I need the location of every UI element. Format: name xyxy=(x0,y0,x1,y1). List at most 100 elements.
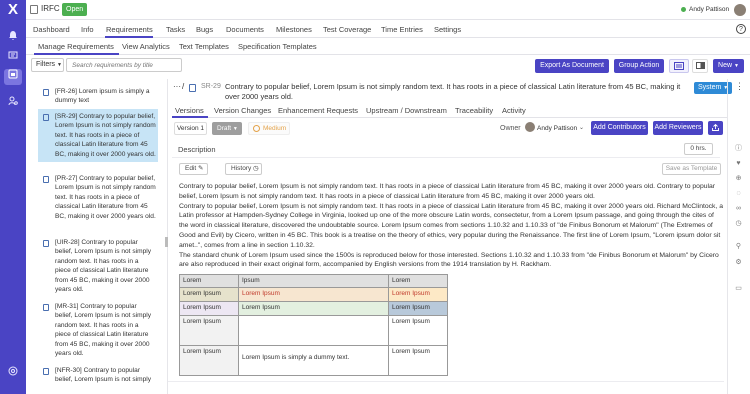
owner-select[interactable]: Andy Pattison xyxy=(537,125,577,132)
list-item[interactable]: [SR-29] Contrary to popular belief, Lore… xyxy=(38,109,158,163)
tab-version-changes[interactable]: Version Changes xyxy=(214,106,271,115)
table-cell: Lorem Ipsum xyxy=(388,301,448,316)
chevron-down-icon[interactable]: ⌄ xyxy=(579,124,584,131)
user-name[interactable]: Andy Pattison xyxy=(689,6,729,13)
table-cell: Lorem Ipsum xyxy=(179,315,239,346)
table-cell: Lorem Ipsum xyxy=(179,345,239,376)
app-logo[interactable]: X xyxy=(5,2,21,18)
list-item[interactable]: [PR-27] Contrary to popular belief, Lore… xyxy=(38,171,158,224)
document-icon xyxy=(43,240,49,247)
nav-settings[interactable]: Settings xyxy=(434,25,461,34)
version-select[interactable]: Version 1 xyxy=(174,122,207,135)
active-subtab-indicator xyxy=(34,53,119,55)
table-header-row: Lorem Ipsum Lorem xyxy=(179,274,448,288)
subnav-text-templates[interactable]: Text Templates xyxy=(179,42,229,51)
nav-dashboard[interactable]: Dashboard xyxy=(33,25,70,34)
status-dropdown[interactable]: Draft ▼ xyxy=(212,122,242,135)
list-item-text: [MR-31] Contrary to popular belief, Lore… xyxy=(55,303,152,358)
breadcrumb-separator: / xyxy=(182,82,185,91)
priority-select[interactable]: Medium xyxy=(248,122,290,135)
nav-documents[interactable]: Documents xyxy=(226,25,264,34)
edit-button[interactable]: Edit ✎ xyxy=(179,163,208,175)
list-item-text: [SR-29] Contrary to popular belief, Lore… xyxy=(55,113,156,158)
list-item-text: [FR-26] Lorem ipsum is simply a dummy te… xyxy=(55,88,150,105)
help-icon[interactable] xyxy=(4,366,22,382)
split-view-icon[interactable] xyxy=(692,59,708,73)
tab-enhancement-requests[interactable]: Enhancement Requests xyxy=(278,106,358,115)
project-name[interactable]: IRFC xyxy=(41,4,60,13)
notification-icon[interactable] xyxy=(4,30,22,46)
heart-icon[interactable]: ♥ xyxy=(734,159,743,168)
zoom-icon[interactable]: ⊕ xyxy=(734,174,743,183)
subnav-specification-templates[interactable]: Specification Templates xyxy=(238,42,317,51)
search-input[interactable] xyxy=(66,58,182,72)
add-reviewers-button[interactable]: Add Reviewers xyxy=(653,121,703,135)
table-cell: Lorem Ipsum xyxy=(237,301,390,316)
tab-upstream-downstream[interactable]: Upstream / Downstream xyxy=(366,106,447,115)
requirement-title: Contrary to popular belief, Lorem Ipsum … xyxy=(225,82,681,101)
description-table: Lorem Ipsum Lorem Lorem Ipsum Lorem Ipsu… xyxy=(179,274,448,376)
table-cell: Lorem Ipsum xyxy=(388,345,448,376)
comment-icon[interactable]: ◌ xyxy=(734,189,743,198)
filter-bar: Filters ▼ xyxy=(31,58,182,72)
timer-icon[interactable]: ◷ xyxy=(734,219,743,228)
table-row: Lorem Ipsum Lorem Ipsum Lorem Ipsum xyxy=(179,301,448,316)
more-icon[interactable]: ··· xyxy=(173,82,181,91)
list-view-icon[interactable] xyxy=(669,59,689,73)
kebab-menu-icon[interactable]: ⋮ xyxy=(735,81,744,92)
gear-icon[interactable]: ⚙ xyxy=(734,258,743,267)
priority-label: Medium xyxy=(263,125,287,132)
table-cell: Lorem Ipsum xyxy=(179,301,239,316)
list-item[interactable]: [FR-26] Lorem ipsum is simply a dummy te… xyxy=(38,84,158,109)
file-icon[interactable]: ▭ xyxy=(734,284,743,293)
project-icon xyxy=(30,5,38,14)
pencil-icon: ✎ xyxy=(198,165,204,172)
filters-dropdown[interactable]: Filters ▼ xyxy=(31,58,64,72)
description-label: Description xyxy=(178,145,216,154)
list-item[interactable]: [MR-31] Contrary to popular belief, Lore… xyxy=(38,299,158,361)
requirement-id: SR-29 xyxy=(201,83,221,90)
tab-versions[interactable]: Versions xyxy=(175,106,204,115)
document-icon xyxy=(43,114,49,121)
table-cell xyxy=(237,315,390,346)
hours-field[interactable]: 0 hrs. xyxy=(684,143,713,155)
nav-bugs[interactable]: Bugs xyxy=(196,25,213,34)
avatar[interactable] xyxy=(734,4,746,16)
save-as-template-button[interactable]: Save as Template xyxy=(662,163,721,175)
table-cell: Lorem Ipsum xyxy=(388,315,448,346)
nav-tasks[interactable]: Tasks xyxy=(166,25,185,34)
users-icon[interactable] xyxy=(4,96,22,112)
new-button[interactable]: New ▼ xyxy=(713,59,744,73)
share-icon[interactable] xyxy=(708,121,723,135)
help-circle-icon[interactable]: ? xyxy=(736,24,746,34)
chevron-down-icon: ▼ xyxy=(232,126,238,132)
group-action-button[interactable]: Group Action xyxy=(614,59,664,73)
document-icon xyxy=(43,304,49,311)
nav-milestones[interactable]: Milestones xyxy=(276,25,312,34)
link-icon[interactable]: ∞ xyxy=(734,204,743,213)
add-contributors-button[interactable]: Add Contributors xyxy=(591,121,648,135)
export-document-button[interactable]: Export As Document xyxy=(535,59,609,73)
list-item[interactable]: [UIR-28] Contrary to popular belief, Lor… xyxy=(38,235,158,297)
document-icon xyxy=(43,176,49,183)
table-cell: Lorem Ipsum xyxy=(388,287,448,302)
list-item[interactable]: [NFR-30] Contrary to popular belief, Lor… xyxy=(38,363,158,384)
status-badge: Open xyxy=(62,3,88,16)
nav-test-coverage[interactable]: Test Coverage xyxy=(323,25,371,34)
history-button[interactable]: History ◷ xyxy=(225,163,262,175)
resize-handle[interactable] xyxy=(165,237,168,247)
nav-time-entries[interactable]: Time Entries xyxy=(381,25,423,34)
info-icon[interactable]: ⓘ xyxy=(734,144,743,153)
requirements-list: [FR-26] Lorem ipsum is simply a dummy te… xyxy=(38,84,160,384)
table-cell: Lorem Ipsum xyxy=(237,287,390,302)
tab-activity[interactable]: Activity xyxy=(502,106,526,115)
description-paragraph: Contrary to popular belief, Lorem Ipsum … xyxy=(179,183,716,200)
requirements-icon[interactable] xyxy=(4,69,22,85)
nav-requirements[interactable]: Requirements xyxy=(106,25,153,34)
pin-icon[interactable]: ⚲ xyxy=(734,242,743,251)
tab-traceability[interactable]: Traceability xyxy=(455,106,493,115)
subnav-manage-requirements[interactable]: Manage Requirements xyxy=(38,42,114,51)
dashboard-icon[interactable] xyxy=(4,50,22,66)
subnav-view-analytics[interactable]: View Analytics xyxy=(122,42,170,51)
nav-info[interactable]: Info xyxy=(81,25,94,34)
